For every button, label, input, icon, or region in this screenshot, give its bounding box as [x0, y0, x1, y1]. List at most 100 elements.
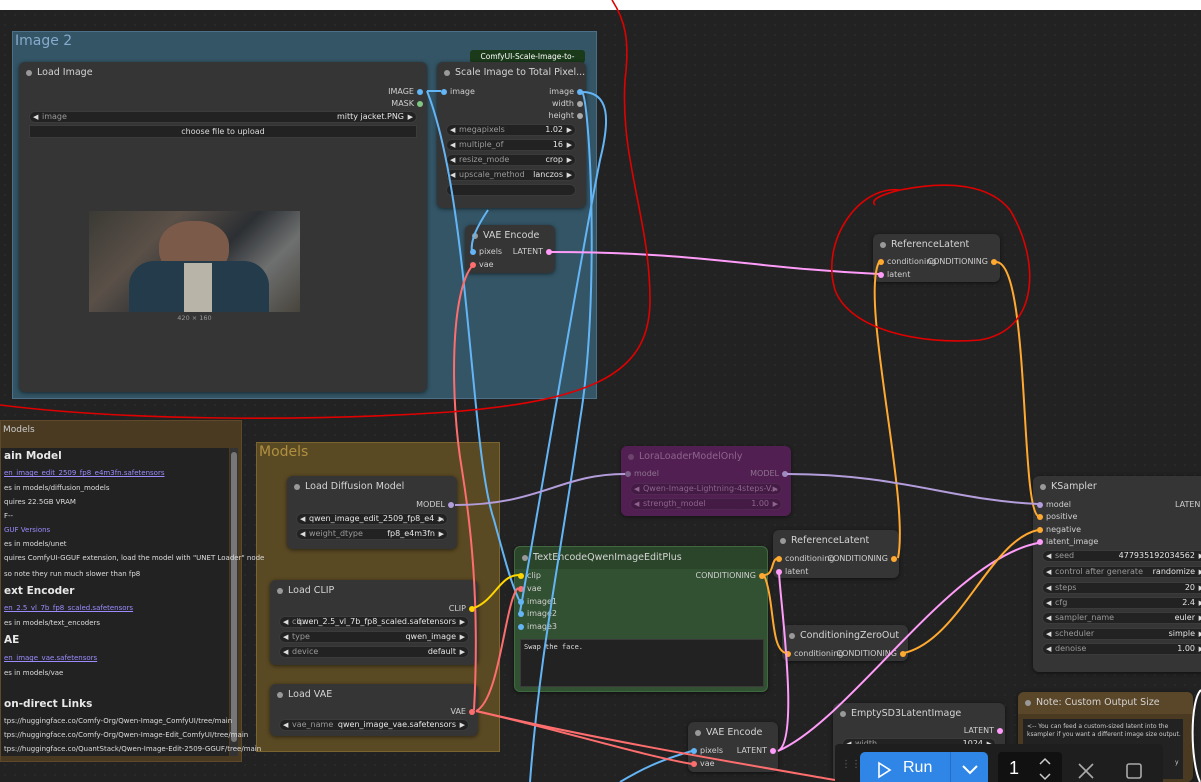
cfg-widget[interactable]: ◀cfg2.4▶: [1042, 597, 1201, 609]
stepper-down-icon[interactable]: [1039, 773, 1051, 781]
input-model[interactable]: model: [1037, 500, 1071, 510]
md-link-clip[interactable]: en_2.5_vl_7b_fp8_scaled.safetensors: [4, 604, 133, 612]
node-lora-loader[interactable]: LoraLoaderModelOnly model MODEL ◀ Qwen-Im…: [621, 446, 791, 516]
steps-widget[interactable]: ◀steps20▶: [1042, 582, 1201, 594]
output-width[interactable]: width: [552, 99, 583, 109]
input-image1[interactable]: image1: [518, 597, 557, 607]
close-icon[interactable]: [1077, 762, 1095, 780]
output-latent[interactable]: LATENT: [964, 726, 1003, 736]
input-model[interactable]: model: [625, 469, 659, 479]
collapse-dot-icon[interactable]: [444, 70, 450, 76]
stop-icon[interactable]: [1125, 762, 1143, 780]
output-mask[interactable]: MASK: [391, 99, 423, 109]
denoise-widget[interactable]: ◀denoise1.00▶: [1042, 643, 1201, 655]
node-load-vae[interactable]: Load VAE VAE ◀ vae_name qwen_image_vae.saf…: [270, 684, 478, 736]
queue-count-input[interactable]: 1: [998, 752, 1062, 782]
weight-dtype-widget[interactable]: ◀ weight_dtype fp8_e4m3fn ▶: [296, 528, 448, 540]
node-load-clip[interactable]: Load CLIP CLIP ◀ cli... qwen_2.5_vl_7b_fp8…: [270, 580, 478, 665]
collapse-dot-icon[interactable]: [780, 538, 786, 544]
multiple-of-widget[interactable]: ◀ multiple_of 16 ▶: [446, 139, 576, 151]
collapse-dot-icon[interactable]: [277, 692, 283, 698]
node-load-diffusion-model[interactable]: Load Diffusion Model MODEL ◀ qwen_image_e…: [287, 476, 457, 549]
input-vae[interactable]: vae: [691, 759, 715, 769]
input-conditioning[interactable]: conditioning: [776, 554, 834, 564]
node-reference-latent-mid[interactable]: ReferenceLatent conditioning latent COND…: [773, 530, 899, 578]
md-url[interactable]: tps://huggingface.co/Comfy-Org/Qwen-Imag…: [4, 717, 232, 725]
node-text-encode-qwen[interactable]: TextEncodeQwenImageEditPlus clip vae ima…: [514, 546, 768, 692]
input-clip[interactable]: clip: [518, 571, 541, 581]
canvas[interactable]: Image 2 Models Models ComfyUI-Scale-Imag…: [0, 0, 1201, 782]
node-ksampler[interactable]: KSampler model positive negative latent_…: [1033, 476, 1201, 672]
collapse-dot-icon[interactable]: [522, 555, 528, 561]
collapse-dot-icon[interactable]: [880, 242, 886, 248]
collapse-dot-icon[interactable]: [294, 484, 300, 490]
input-conditioning[interactable]: conditioning: [785, 649, 843, 659]
output-latent[interactable]: LATENT: [737, 746, 776, 756]
md-url[interactable]: tps://huggingface.co/QuantStack/Qwen-Ima…: [4, 745, 261, 753]
output-image[interactable]: image: [549, 87, 583, 97]
upscale-method-widget[interactable]: ◀ upscale_method lanczos ▶: [446, 169, 576, 181]
panel-scrollbar[interactable]: [230, 448, 238, 756]
input-latent-image[interactable]: latent_image: [1037, 537, 1098, 547]
node-load-image[interactable]: Load Image IMAGE MASK ◀ image mitty jacket…: [19, 62, 427, 392]
md-link-vae[interactable]: en_image_vae.safetensors: [4, 654, 97, 662]
node-vae-encode-top[interactable]: VAE Encode pixels vae LATENT: [465, 225, 555, 273]
node-vae-encode-bottom[interactable]: VAE Encode pixels vae LATENT: [688, 722, 778, 772]
unet-name-widget[interactable]: ◀ qwen_image_edit_2509_fp8_e4 ... ▶: [296, 513, 448, 525]
output-conditioning[interactable]: CONDITIONING: [828, 554, 897, 564]
drag-handle-icon[interactable]: ⋮⋮: [841, 760, 861, 775]
input-latent[interactable]: latent: [878, 270, 910, 280]
control-after-generate-widget[interactable]: ◀control after generaterandomize▶: [1042, 566, 1201, 578]
md-link-unet[interactable]: en_image_edit_2509_fp8_e4m3fn.safetensor…: [4, 469, 164, 477]
output-height[interactable]: height: [549, 111, 583, 121]
output-latent[interactable]: LATEN: [1175, 500, 1200, 510]
stepper-up-icon[interactable]: [1039, 757, 1051, 765]
clip-name-widget[interactable]: ◀ cli... qwen_2.5_vl_7b_fp8_scaled.safeten…: [279, 616, 469, 628]
collapse-dot-icon[interactable]: [277, 588, 283, 594]
input-image3[interactable]: image3: [518, 622, 557, 632]
input-positive[interactable]: positive: [1037, 512, 1077, 522]
image-select[interactable]: ◀ image mitty jacket.PNG ▶: [29, 111, 417, 123]
md-link-gguf[interactable]: GUF Versions: [4, 526, 50, 534]
output-conditioning[interactable]: CONDITIONING: [928, 257, 997, 267]
empty-widget[interactable]: [446, 184, 576, 196]
vae-name-widget[interactable]: ◀ vae_name qwen_image_vae.safetensors ▶: [279, 719, 469, 731]
input-pixels[interactable]: pixels: [470, 247, 502, 257]
input-vae[interactable]: vae: [518, 584, 542, 594]
output-conditioning[interactable]: CONDITIONING: [837, 649, 906, 659]
run-button[interactable]: Run: [860, 752, 988, 782]
node-scale-image[interactable]: Scale Image to Total Pixel... image imag…: [437, 62, 586, 208]
seed-widget[interactable]: ◀seed477935192034562▶: [1042, 550, 1201, 562]
collapse-dot-icon[interactable]: [26, 70, 32, 76]
strength-model-widget[interactable]: ◀ strength_model 1.00 ▶: [630, 498, 782, 510]
collapse-dot-icon[interactable]: [628, 454, 634, 460]
output-conditioning[interactable]: CONDITIONING: [696, 571, 765, 581]
sampler-name-widget[interactable]: ◀sampler_nameeuler▶: [1042, 612, 1201, 624]
output-latent[interactable]: LATENT: [513, 247, 552, 257]
collapse-dot-icon[interactable]: [1025, 700, 1031, 706]
input-image2[interactable]: image2: [518, 609, 557, 619]
scheduler-widget[interactable]: ◀schedulersimple▶: [1042, 628, 1201, 640]
collapse-dot-icon[interactable]: [472, 233, 478, 239]
output-vae[interactable]: VAE: [451, 707, 475, 717]
output-clip[interactable]: CLIP: [449, 604, 475, 614]
input-image[interactable]: image: [441, 87, 475, 97]
clip-type-widget[interactable]: ◀ type qwen_image ▶: [279, 631, 469, 643]
prompt-textarea[interactable]: Swap the face.: [520, 639, 764, 687]
input-negative[interactable]: negative: [1037, 525, 1081, 535]
collapse-dot-icon[interactable]: [1040, 484, 1046, 490]
upload-button[interactable]: choose file to upload: [29, 125, 417, 138]
collapse-dot-icon[interactable]: [840, 711, 846, 717]
chevron-down-icon[interactable]: [961, 764, 979, 776]
lora-name-widget[interactable]: ◀ Qwen-Image-Lightning-4steps-V... ▶: [630, 483, 782, 495]
clip-device-widget[interactable]: ◀ device default ▶: [279, 646, 469, 658]
collapse-dot-icon[interactable]: [695, 730, 701, 736]
input-latent[interactable]: latent: [776, 567, 808, 577]
input-vae[interactable]: vae: [470, 260, 494, 270]
output-image[interactable]: IMAGE: [388, 87, 423, 97]
output-model[interactable]: MODEL: [750, 469, 788, 479]
megapixels-widget[interactable]: ◀ megapixels 1.02 ▶: [446, 124, 576, 136]
node-reference-latent-top[interactable]: ReferenceLatent conditioning latent COND…: [873, 234, 1000, 282]
output-model[interactable]: MODEL: [416, 500, 454, 510]
collapse-dot-icon[interactable]: [789, 633, 795, 639]
